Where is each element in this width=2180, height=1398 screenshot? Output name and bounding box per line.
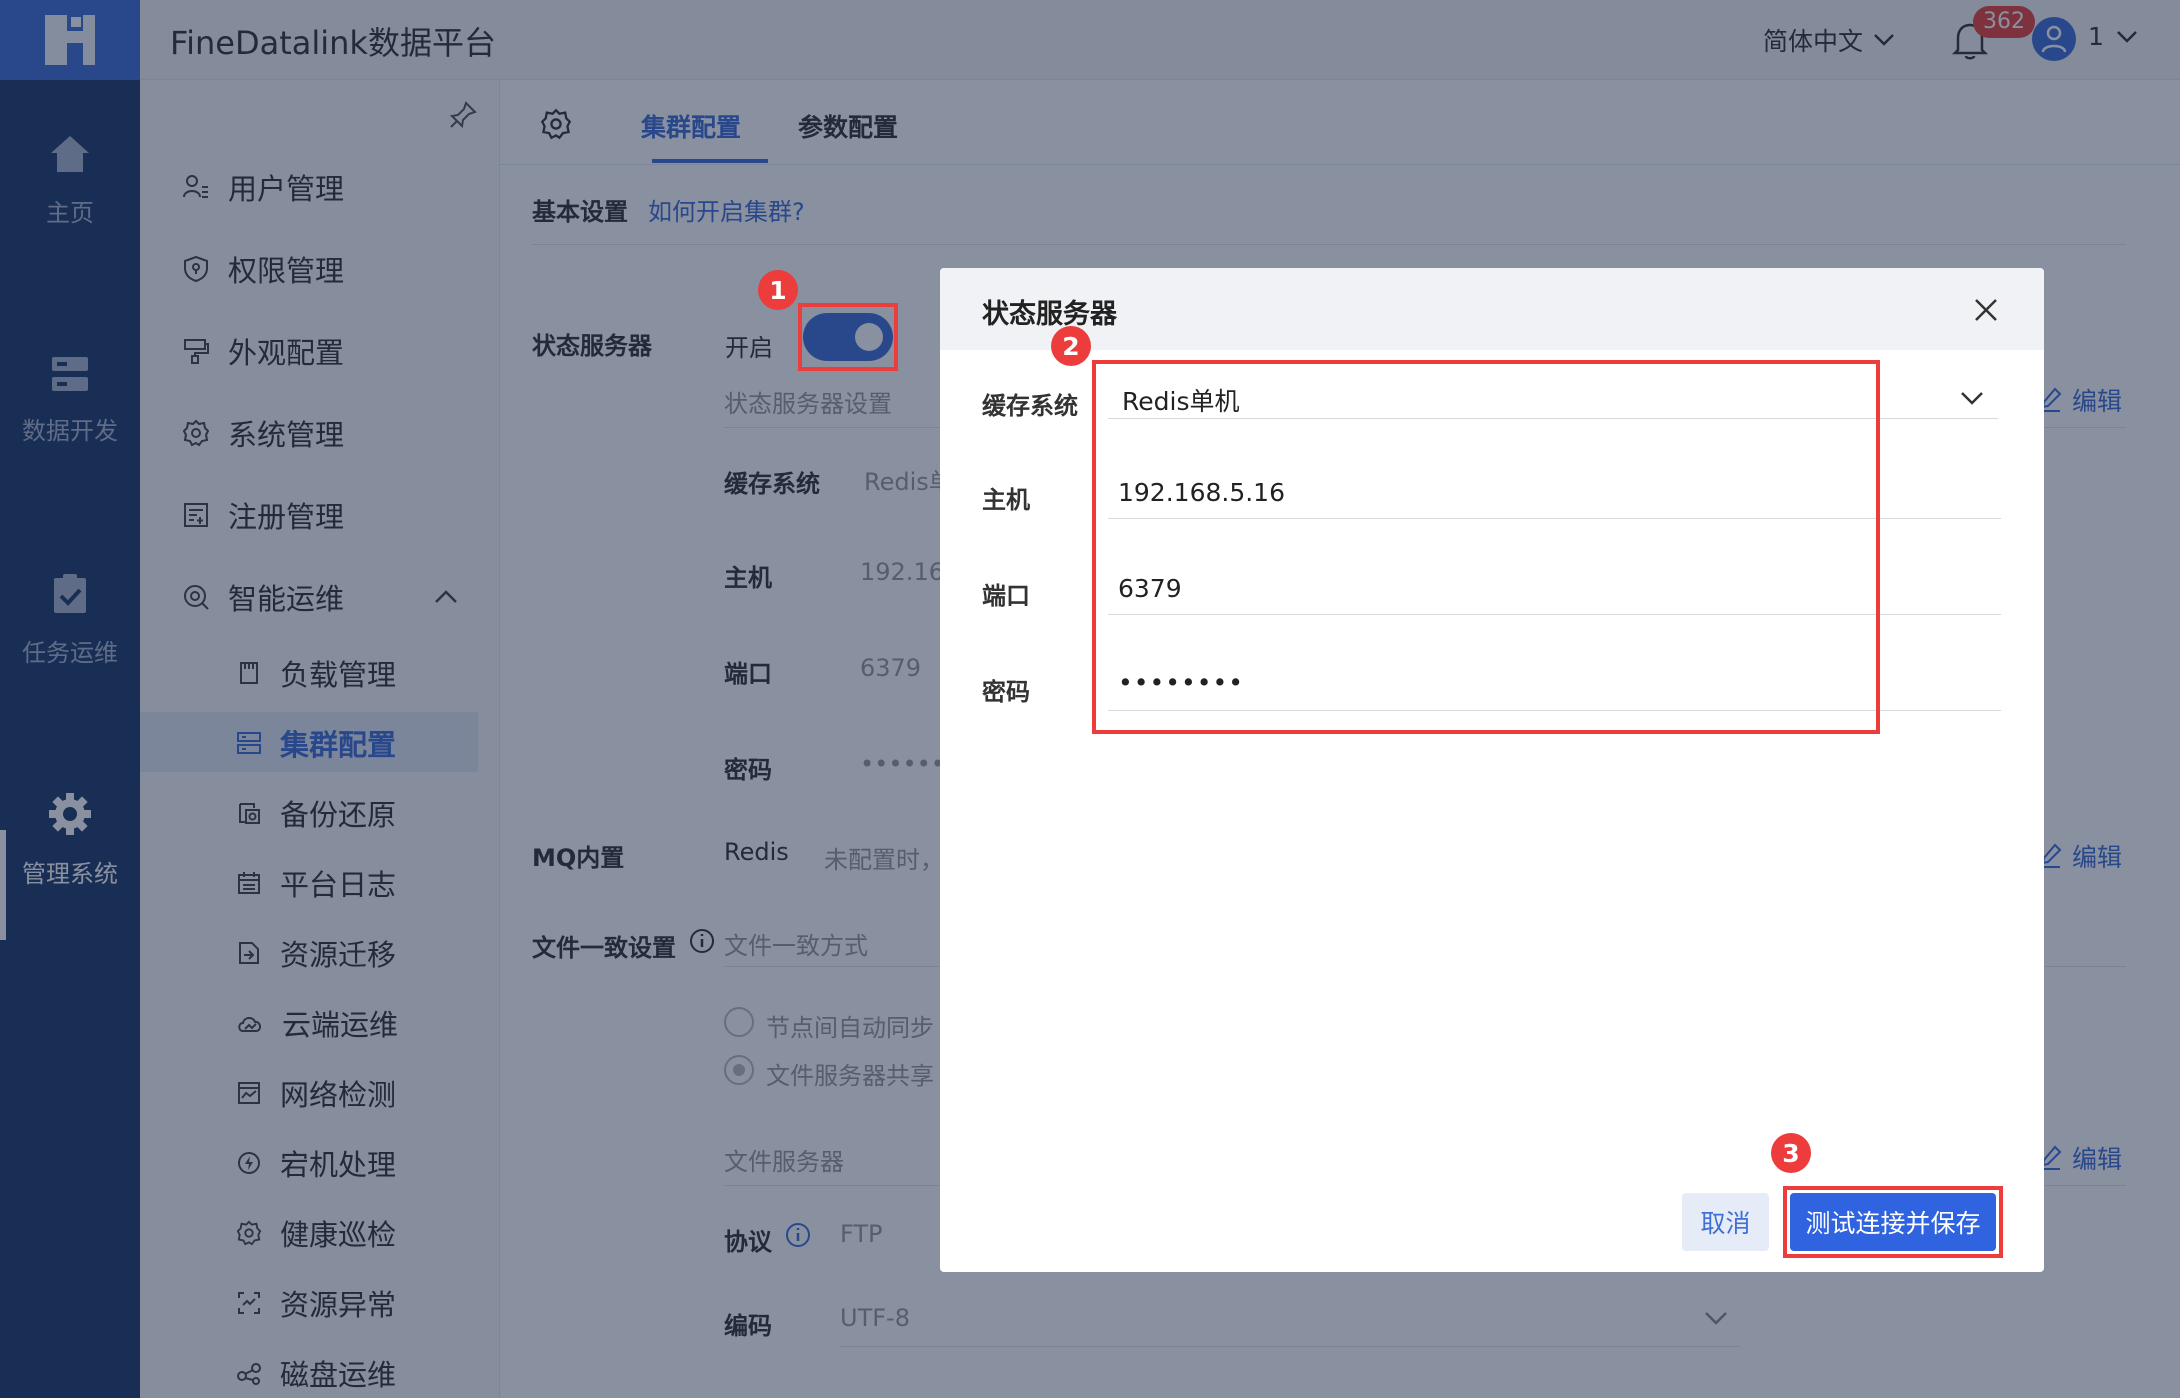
annotation-box-save xyxy=(1783,1186,2003,1258)
dialog-cache-system-label: 缓存系统 xyxy=(982,392,1078,420)
dialog-password-label: 密码 xyxy=(982,678,1030,706)
dialog-host-label: 主机 xyxy=(982,486,1030,514)
step-badge-3: 3 xyxy=(1771,1133,1811,1173)
dialog-port-label: 端口 xyxy=(982,582,1030,610)
close-icon[interactable] xyxy=(1970,294,2002,326)
annotation-box-toggle xyxy=(798,303,898,371)
step-badge-1: 1 xyxy=(758,270,798,310)
annotation-box-fields xyxy=(1092,360,1880,734)
dialog-title: 状态服务器 xyxy=(982,299,1117,330)
step-badge-2: 2 xyxy=(1051,326,1091,366)
cancel-button[interactable]: 取消 xyxy=(1682,1193,1769,1251)
chevron-down-icon[interactable] xyxy=(1960,390,1984,406)
